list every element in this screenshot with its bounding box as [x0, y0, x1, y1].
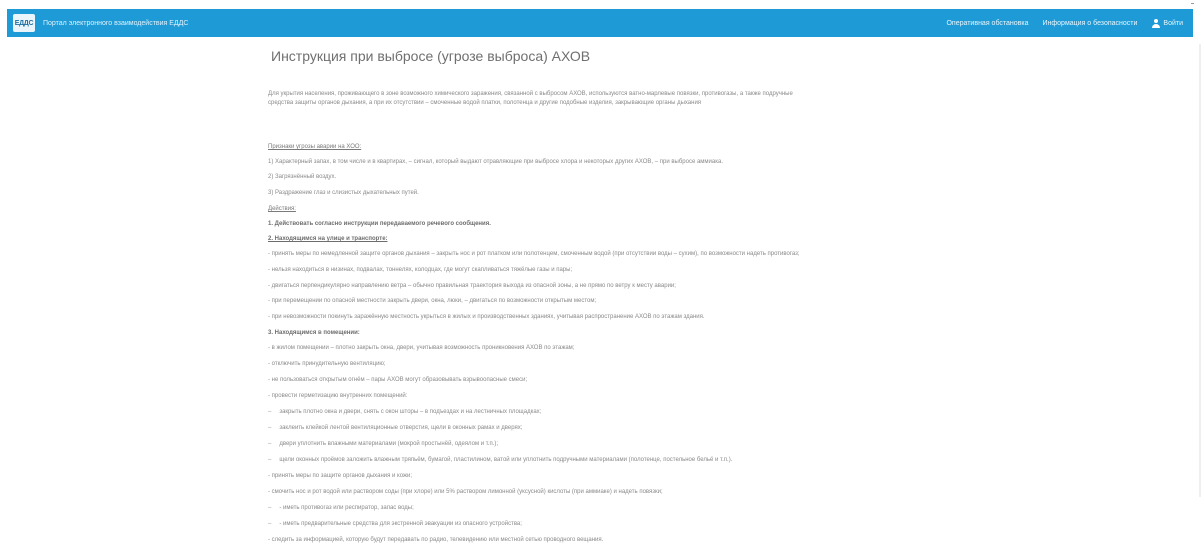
paragraph: - при перемещении по опасной местности з…: [268, 298, 597, 304]
list-item: заклеить клейкой лентой вентиляционные о…: [268, 424, 522, 432]
section-heading: Действия:: [268, 206, 296, 212]
site-logo[interactable]: ЕДДС: [13, 14, 35, 32]
page-title: Инструкция при выбросе (угрозе выброса) …: [271, 48, 591, 64]
site-title[interactable]: Портал электронного взаимодействия ЕДДС: [43, 20, 188, 27]
corner-mark: [1191, 3, 1194, 4]
logo-text: ЕДДС: [14, 19, 34, 27]
nav-link-operational-situation[interactable]: Оперативная обстановка: [946, 20, 1028, 27]
paragraph: Для укрытия населения, проживающего в зо…: [268, 91, 793, 97]
list-item: - иметь противогаз или респиратор, запас…: [268, 504, 413, 512]
section-heading: Признаки угрозы аварии на ХОО:: [268, 144, 362, 150]
list-item: двери уплотнить влажными материалами (мо…: [268, 440, 498, 448]
paragraph: - в жилом помещении – плотно закрыть окн…: [268, 345, 575, 351]
paragraph: - принять меры по защите органов дыхания…: [268, 473, 413, 479]
paragraph: - смочить нос и рот водой или раствором …: [268, 489, 663, 495]
list-item: щели оконных проёмов заложить влажным тр…: [268, 456, 732, 464]
login-link[interactable]: Войти: [1151, 18, 1183, 28]
paragraph: средства защиты органов дыхания, а при и…: [268, 100, 702, 106]
list-item: - иметь предварительные средства для экс…: [268, 520, 522, 528]
paragraph: - не пользоваться открытым огнём – пары …: [268, 377, 528, 383]
paragraph: - отключить принудительную вентиляцию;: [268, 361, 386, 367]
action-step: 3. Находящимся в помещении:: [268, 330, 360, 336]
paragraph: 1) Характерный запах, в том числе и в кв…: [268, 159, 723, 165]
paragraph: - двигаться перпендикулярно направлению …: [268, 283, 676, 289]
paragraph: - принять меры по немедленной защите орг…: [268, 251, 800, 257]
list-item: закрыть плотно окна и двери, снять с око…: [268, 408, 541, 416]
paragraph: 3) Раздражение глаз и слизистых дыхатель…: [268, 190, 419, 196]
paragraph: - следить за информацией, которую будут …: [268, 537, 604, 543]
action-step: 1. Действовать согласно инструкции перед…: [268, 221, 491, 227]
paragraph: - нельзя находиться в низинах, подвалах,…: [268, 267, 573, 273]
top-navbar: ЕДДС Портал электронного взаимодействия …: [7, 9, 1193, 37]
user-icon: [1151, 18, 1160, 28]
paragraph: - провести герметизацию внутренних помещ…: [268, 393, 408, 399]
nav-menu: Оперативная обстановка Информация о безо…: [946, 18, 1183, 28]
nav-link-safety-info[interactable]: Информация о безопасности: [1043, 20, 1138, 27]
paragraph: - при невозможности покинуть заражённую …: [268, 314, 705, 320]
paragraph: 2) Загрязнённый воздух.: [268, 174, 337, 180]
action-step: 2. Находящимся на улице и транспорте:: [268, 236, 388, 242]
login-label[interactable]: Войти: [1163, 20, 1183, 27]
